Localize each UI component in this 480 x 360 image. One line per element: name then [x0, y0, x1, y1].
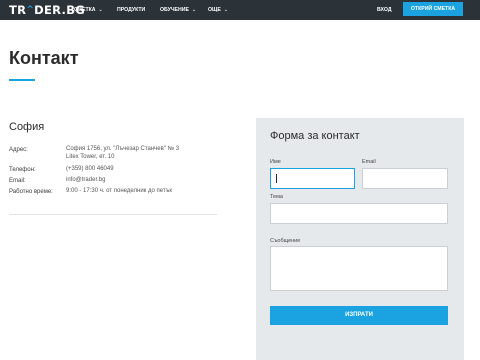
message-textarea[interactable]	[270, 246, 448, 291]
chevron-down-icon: ⌄	[98, 7, 103, 13]
hours-value: 9:00 - 17:30 ч. от понеделник до петък	[66, 188, 172, 194]
login-link[interactable]: ВХОД	[377, 6, 392, 14]
address-line-1: София 1756, ул. "Лъчезар Станчев" № 3	[66, 146, 180, 152]
name-input[interactable]	[270, 168, 355, 189]
address-label: Адрес:	[9, 147, 28, 153]
logo-accent-icon: ^	[26, 5, 35, 15]
nav-item-account[interactable]: СМЕТКА ⌄	[74, 6, 103, 14]
open-account-button[interactable]: ОТКРИЙ СМЕТКА	[403, 2, 463, 16]
top-navigation-bar: TR^DER.BG СМЕТКА ⌄ ПРОДУКТИ ОБУЧЕНИЕ ⌄ ОЩЕ…	[0, 0, 480, 20]
chevron-down-icon: ⌄	[223, 7, 228, 13]
name-field-label: Име	[270, 159, 281, 165]
hours-label: Работно време:	[9, 189, 53, 195]
text-caret	[276, 174, 277, 183]
section-divider	[9, 214, 217, 215]
contact-form-title: Форма за контакт	[270, 130, 360, 142]
email-value[interactable]: info@trader.bg	[66, 177, 105, 184]
nav-item-products[interactable]: ПРОДУКТИ	[117, 6, 145, 14]
address-line-2: Litex Tower, ет. 10	[66, 154, 115, 160]
title-underline	[9, 79, 35, 81]
email-input[interactable]	[362, 168, 448, 189]
chevron-down-icon: ⌄	[191, 7, 197, 13]
page-title: Контакт	[9, 48, 79, 68]
phone-label: Телефон:	[9, 167, 36, 173]
email-field-label: Email	[362, 159, 376, 165]
nav-item-education[interactable]: ОБУЧЕНИЕ ⌄	[160, 6, 196, 14]
email-label: Email:	[9, 178, 26, 184]
nav-item-more[interactable]: ОЩЕ ⌄	[208, 6, 228, 14]
submit-button[interactable]: ИЗПРАТИ	[270, 306, 448, 325]
message-field-label: Съобщение	[270, 238, 301, 244]
subject-field-label: Тема	[270, 194, 283, 200]
office-city-heading: София	[9, 121, 45, 133]
subject-input[interactable]	[270, 203, 448, 224]
phone-value[interactable]: (+359) 800 46049	[66, 166, 114, 173]
